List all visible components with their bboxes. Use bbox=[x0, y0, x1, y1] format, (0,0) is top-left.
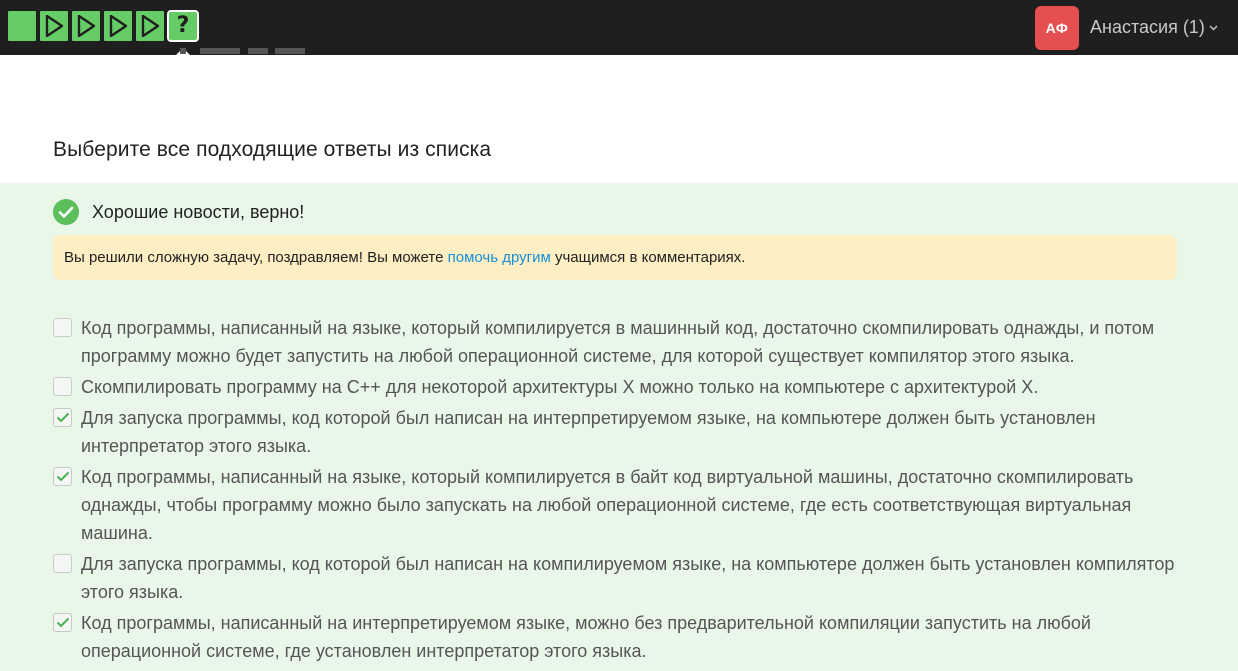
option-text: Скомпилировать программу на C++ для неко… bbox=[81, 377, 1039, 397]
option-text: Для запуска программы, код которой был н… bbox=[81, 408, 1096, 456]
answer-option[interactable]: Скомпилировать программу на C++ для неко… bbox=[53, 373, 1193, 401]
step-5-button[interactable] bbox=[136, 11, 164, 41]
avatar[interactable]: АФ bbox=[1035, 6, 1079, 50]
checkmark-icon bbox=[56, 412, 69, 423]
play-icon bbox=[141, 15, 160, 37]
checkbox-checked[interactable] bbox=[53, 613, 72, 632]
answer-option[interactable]: Для запуска программы, код которой был н… bbox=[53, 404, 1193, 460]
option-text: Для запуска программы, код которой был н… bbox=[81, 554, 1175, 602]
answer-option[interactable]: Для запуска программы, код которой был н… bbox=[53, 550, 1193, 606]
option-text: Код программы, написанный на языке, кото… bbox=[81, 318, 1155, 366]
question-title: Выберите все подходящие ответы из списка bbox=[53, 138, 492, 161]
step-3-button[interactable] bbox=[72, 11, 100, 41]
checkbox[interactable] bbox=[53, 377, 72, 396]
step-4-button[interactable] bbox=[104, 11, 132, 41]
option-text: Код программы, написанный на языке, кото… bbox=[81, 467, 1134, 543]
question-icon: ? bbox=[176, 13, 190, 38]
checkmark-icon bbox=[56, 471, 69, 482]
play-icon bbox=[77, 15, 96, 37]
play-icon bbox=[109, 15, 128, 37]
lesson-steps: ? bbox=[8, 10, 199, 42]
answer-option[interactable]: Код программы, написанный на интерпретир… bbox=[53, 609, 1193, 665]
avatar-initials: АФ bbox=[1045, 20, 1069, 36]
answer-option[interactable]: Код программы, написанный на языке, кото… bbox=[53, 463, 1193, 547]
check-circle-icon bbox=[53, 199, 79, 225]
checkbox-checked[interactable] bbox=[53, 408, 72, 427]
play-icon bbox=[45, 15, 64, 37]
option-text: Код программы, написанный на интерпретир… bbox=[81, 613, 1091, 661]
answer-option[interactable]: Код программы, написанный на языке, кото… bbox=[53, 314, 1193, 370]
checkbox[interactable] bbox=[53, 554, 72, 573]
step-6-current-button[interactable]: ? bbox=[167, 10, 199, 42]
notice-text-after: учащимся в комментариях. bbox=[550, 249, 746, 266]
answer-options: Код программы, написанный на языке, кото… bbox=[53, 314, 1193, 668]
checkbox-checked[interactable] bbox=[53, 467, 72, 486]
user-menu[interactable]: Анастасия (1) bbox=[1090, 16, 1218, 38]
step-2-button[interactable] bbox=[40, 11, 68, 41]
notice-text-before: Вы решили сложную задачу, поздравляем! В… bbox=[64, 249, 448, 266]
checkbox[interactable] bbox=[53, 318, 72, 337]
status-text: Хорошие новости, верно! bbox=[92, 201, 305, 222]
result-status: Хорошие новости, верно! bbox=[53, 199, 304, 225]
scrolled-text-remnant bbox=[80, 40, 340, 55]
user-name-label: Анастасия (1) bbox=[1090, 17, 1205, 37]
help-others-link[interactable]: помочь другим bbox=[448, 249, 551, 266]
chevron-down-icon bbox=[1209, 25, 1218, 31]
step-1-button[interactable] bbox=[8, 11, 36, 41]
congrats-notice: Вы решили сложную задачу, поздравляем! В… bbox=[53, 235, 1177, 280]
checkmark-icon bbox=[56, 617, 69, 628]
